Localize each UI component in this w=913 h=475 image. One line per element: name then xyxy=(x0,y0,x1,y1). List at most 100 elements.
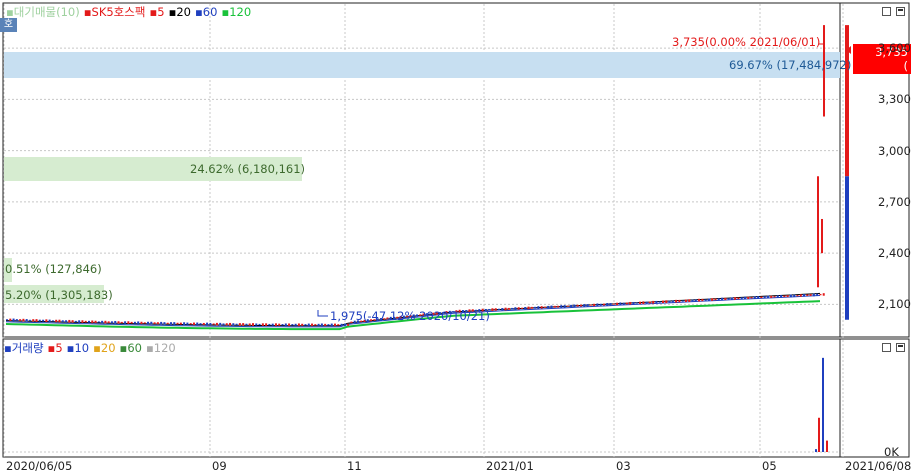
price-legend-item[interactable]: ▪5 xyxy=(149,5,164,19)
price-tick-label: 3,600 xyxy=(878,41,911,56)
price-tick-label: 3,300 xyxy=(878,92,911,107)
volume-legend-item[interactable]: ▪120 xyxy=(146,341,176,355)
price-candle xyxy=(625,302,628,305)
price-candle xyxy=(704,299,707,301)
current-change: ( 29.91%) xyxy=(859,59,908,87)
price-candle xyxy=(19,319,22,321)
price-candle xyxy=(301,323,304,326)
x-tick-label: 11 xyxy=(347,459,362,473)
minimize-pane-button[interactable] xyxy=(882,7,891,16)
price-candle xyxy=(629,301,632,305)
price-candle xyxy=(261,323,264,326)
price-candle xyxy=(124,321,127,324)
price-candle xyxy=(176,322,179,325)
price-candle xyxy=(320,323,323,327)
price-candle xyxy=(274,323,277,327)
price-candle xyxy=(763,296,766,299)
price-legend-item[interactable]: ▪대기매물(10) xyxy=(6,4,80,20)
price-legend-item[interactable]: ▪20 xyxy=(169,5,191,19)
price-candle xyxy=(288,323,291,327)
price-candle xyxy=(173,322,176,325)
price-candle xyxy=(796,295,799,297)
price-candle xyxy=(347,323,350,326)
price-candle xyxy=(166,322,169,324)
price-candle xyxy=(675,299,678,303)
price-candle xyxy=(97,321,100,323)
price-candle xyxy=(701,298,704,302)
price-candle xyxy=(816,293,819,296)
price-candle xyxy=(494,308,497,311)
x-tick-label: 03 xyxy=(616,459,631,473)
volume-legend-item[interactable]: ▪20 xyxy=(93,341,115,355)
price-candle xyxy=(61,320,64,322)
price-candle xyxy=(504,307,507,311)
price-candle xyxy=(78,320,81,323)
axis-range-bar xyxy=(845,176,849,320)
zone-low1-label: 0.51% (127,846) xyxy=(5,262,102,276)
price-candle xyxy=(809,294,812,297)
price-candle xyxy=(238,323,241,326)
price-candle xyxy=(6,319,8,321)
x-tick-label: 2020/06/05 xyxy=(6,459,73,473)
price-candle xyxy=(721,297,724,301)
zone-mid-label: 24.62% (6,180,161) xyxy=(190,162,306,176)
price-candle xyxy=(744,296,746,300)
price-legend-item[interactable]: ▪60 xyxy=(195,5,217,19)
price-legend-item[interactable]: ▪SK5호스팩 xyxy=(84,4,146,20)
volume-legend-item[interactable]: ▪5 xyxy=(48,341,63,355)
volume-legend-item[interactable]: ▪거래량 xyxy=(4,340,44,356)
price-candle xyxy=(724,297,727,301)
price-candle xyxy=(707,298,710,301)
price-candle xyxy=(557,305,560,308)
price-candle xyxy=(648,301,651,304)
low-annotation: 1,975(-47.12% 2020/10/21) xyxy=(330,309,490,323)
price-candle xyxy=(311,323,314,327)
price-candle xyxy=(563,305,566,308)
maximize-pane-button[interactable] xyxy=(896,7,905,16)
price-candle xyxy=(91,320,94,324)
volume-bar xyxy=(822,357,824,452)
price-candle xyxy=(668,300,671,303)
price-candle xyxy=(694,299,697,302)
axis-range-bar xyxy=(845,25,849,177)
chart-tab-badge[interactable]: 호 xyxy=(0,18,17,32)
price-candle xyxy=(117,321,120,324)
price-candle xyxy=(107,321,110,324)
price-candle xyxy=(553,305,556,308)
price-candle xyxy=(38,319,41,322)
price-candle xyxy=(753,296,756,299)
price-candle xyxy=(665,300,668,304)
price-candle xyxy=(770,295,773,298)
price-candle xyxy=(307,323,310,327)
price-candle xyxy=(12,318,15,322)
price-candle xyxy=(514,307,517,310)
volume-profile-bar xyxy=(4,52,840,78)
price-candle xyxy=(616,302,619,306)
price-candle xyxy=(681,300,684,302)
minimize-volume-pane-button[interactable] xyxy=(882,343,891,352)
price-candle xyxy=(81,320,84,323)
price-candle xyxy=(606,303,609,306)
price-candle xyxy=(196,322,199,326)
maximize-volume-pane-button[interactable] xyxy=(896,343,905,352)
price-candle xyxy=(593,303,596,307)
price-legend-item[interactable]: ▪120 xyxy=(221,5,251,19)
price-candle xyxy=(678,299,681,303)
low-marker xyxy=(317,310,328,317)
price-candle xyxy=(757,296,760,299)
price-candle xyxy=(242,323,245,326)
price-candle xyxy=(199,323,202,325)
price-candle xyxy=(520,307,523,309)
price-candle xyxy=(645,301,648,304)
price-candle xyxy=(540,306,543,309)
price-candle xyxy=(110,321,113,324)
price-candle xyxy=(662,300,664,304)
price-candle xyxy=(599,303,602,306)
price-candle xyxy=(750,297,753,299)
price-candle xyxy=(255,323,258,326)
volume-legend-item[interactable]: ▪60 xyxy=(120,341,142,355)
price-candle xyxy=(766,295,769,299)
price-candle xyxy=(602,303,605,306)
volume-legend-item[interactable]: ▪10 xyxy=(67,341,89,355)
price-candle xyxy=(806,294,809,296)
